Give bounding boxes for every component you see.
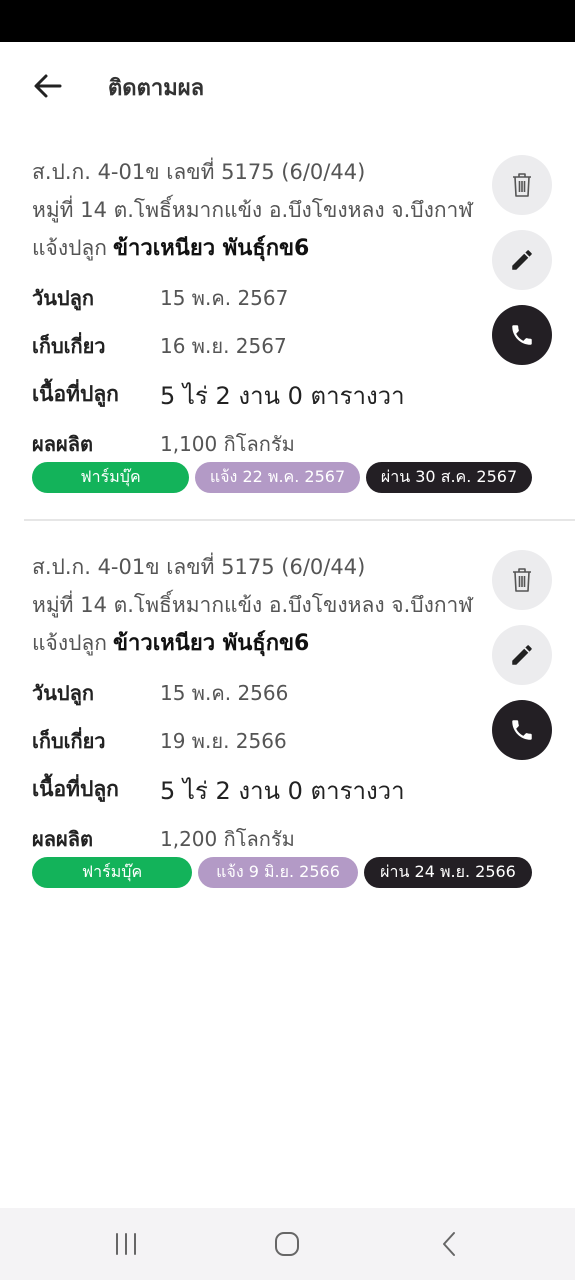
divider [24, 519, 575, 521]
plant-date-label: วันปลูก [32, 286, 94, 310]
arrow-left-icon [34, 74, 62, 98]
chevron-left-icon [443, 1232, 455, 1256]
harvest-date-label: เก็บเกี่ยว [32, 729, 106, 753]
area-value: 5 ไร่ 2 งาน 0 ตารางวา [160, 382, 405, 410]
pass-date-badge: ผ่าน 30 ส.ค. 2567 [366, 462, 532, 493]
planting-notice-label: แจ้งปลูก [32, 236, 108, 260]
farmbook-badge: ฟาร์มบุ๊ค [32, 462, 189, 493]
page-title: ติดตามผล [108, 76, 205, 101]
home-button[interactable] [265, 1226, 309, 1262]
system-back-button[interactable] [427, 1226, 471, 1262]
home-icon [275, 1232, 299, 1256]
address: หมู่ที่ 14 ต.โพธิ์หมากแข้ง อ.บึงโขงหลง จ… [32, 198, 473, 222]
harvest-date-value: 16 พ.ย. 2567 [160, 334, 287, 358]
back-button[interactable] [26, 64, 70, 108]
planting-notice: แจ้งปลูก ข้าวเหนียว พันธุ์กข6 [32, 230, 309, 265]
recent-apps-icon [116, 1233, 136, 1255]
yield-value: 1,100 กิโลกรัม [160, 432, 295, 456]
delete-button[interactable] [492, 550, 552, 610]
notify-date-badge: แจ้ง 9 มิ.ย. 2566 [198, 857, 358, 888]
planting-notice: แจ้งปลูก ข้าวเหนียว พันธุ์กข6 [32, 625, 309, 660]
crop-name: ข้าวเหนียว พันธุ์กข6 [113, 631, 310, 656]
plant-date-value: 15 พ.ค. 2566 [160, 681, 289, 705]
edit-button[interactable] [492, 625, 552, 685]
area-value: 5 ไร่ 2 งาน 0 ตารางวา [160, 777, 405, 805]
pencil-icon [512, 645, 532, 665]
harvest-date-label: เก็บเกี่ยว [32, 334, 106, 358]
yield-label: ผลผลิต [32, 827, 93, 851]
plant-date-label: วันปลูก [32, 681, 94, 705]
planting-notice-label: แจ้งปลูก [32, 631, 108, 655]
app-header: ติดตามผล [0, 42, 575, 128]
call-button[interactable] [492, 700, 552, 760]
phone-icon [512, 720, 532, 740]
status-bar [0, 0, 575, 42]
land-title: ส.ป.ก. 4-01ข เลขที่ 5175 (6/0/44) [32, 160, 366, 184]
yield-label: ผลผลิต [32, 432, 93, 456]
system-nav-bar [0, 1208, 575, 1280]
yield-value: 1,200 กิโลกรัม [160, 827, 295, 851]
harvest-date-value: 19 พ.ย. 2566 [160, 729, 287, 753]
phone-icon [512, 325, 532, 345]
farmbook-badge: ฟาร์มบุ๊ค [32, 857, 192, 888]
notify-date-badge: แจ้ง 22 พ.ค. 2567 [195, 462, 360, 493]
recent-apps-button[interactable] [104, 1226, 148, 1262]
plant-date-value: 15 พ.ค. 2567 [160, 286, 289, 310]
pass-date-badge: ผ่าน 24 พ.ย. 2566 [364, 857, 532, 888]
crop-name: ข้าวเหนียว พันธุ์กข6 [113, 236, 310, 261]
call-button[interactable] [492, 305, 552, 365]
trash-icon [513, 173, 531, 197]
pencil-icon [512, 250, 532, 270]
trash-icon [513, 568, 531, 592]
area-label: เนื้อที่ปลูก [32, 777, 119, 801]
land-title: ส.ป.ก. 4-01ข เลขที่ 5175 (6/0/44) [32, 555, 366, 579]
address: หมู่ที่ 14 ต.โพธิ์หมากแข้ง อ.บึงโขงหลง จ… [32, 593, 473, 617]
edit-button[interactable] [492, 230, 552, 290]
area-label: เนื้อที่ปลูก [32, 382, 119, 406]
delete-button[interactable] [492, 155, 552, 215]
